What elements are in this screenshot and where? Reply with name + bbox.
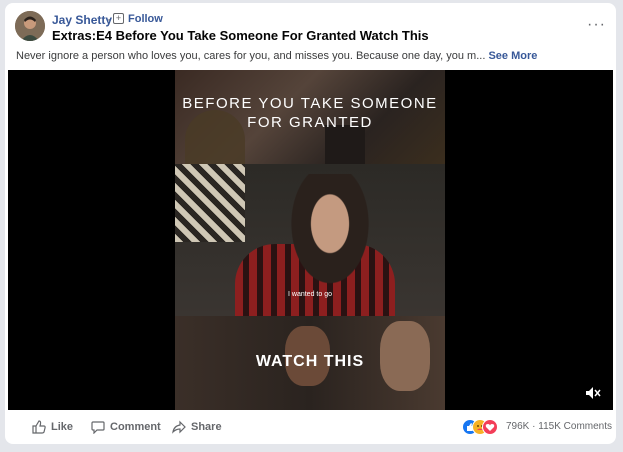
post-title[interactable]: Extras:E4 Before You Take Someone For Gr… [52, 28, 429, 43]
thumbs-up-icon [32, 420, 46, 434]
post-actions: Like Comment Share 796K · 115K Comments [5, 410, 616, 444]
post-description: Never ignore a person who loves you, car… [16, 50, 537, 62]
comments-count[interactable]: 115K Comments [538, 421, 612, 432]
overlay-line-2: FOR GRANTED [247, 114, 373, 131]
engagement-counts[interactable]: 796K · 115K Comments [506, 421, 612, 432]
video-frame[interactable]: BEFORE YOU TAKE SOMEONE FOR GRANTED I wa… [175, 70, 445, 410]
video-overlay-title: BEFORE YOU TAKE SOMEONE FOR GRANTED [175, 94, 445, 132]
video-player[interactable]: BEFORE YOU TAKE SOMEONE FOR GRANTED I wa… [8, 70, 613, 410]
author-name[interactable]: Jay Shetty [52, 13, 112, 27]
count-separator: · [532, 421, 536, 432]
share-button[interactable]: Share [172, 420, 222, 434]
share-icon [172, 420, 186, 434]
author-avatar[interactable] [15, 11, 45, 41]
love-reaction-icon [482, 419, 498, 435]
comment-icon [91, 421, 105, 434]
post-card: Jay Shetty · + Follow Extras:E4 Before Y… [5, 3, 616, 444]
see-more-link[interactable]: See More [488, 50, 537, 62]
reactions-count[interactable]: 796K [506, 421, 529, 432]
overlay-line-1: BEFORE YOU TAKE SOMEONE [182, 95, 438, 112]
mute-icon[interactable] [585, 386, 601, 400]
like-label: Like [51, 421, 74, 433]
separator: · [107, 12, 111, 26]
follow-button[interactable]: Follow [128, 13, 163, 25]
like-button[interactable]: Like [32, 420, 73, 434]
description-text: Never ignore a person who loves you, car… [16, 50, 486, 62]
follow-icon[interactable]: + [113, 13, 124, 24]
video-caption: I wanted to go [288, 291, 332, 298]
comment-label: Comment [110, 421, 161, 433]
share-label: Share [191, 421, 222, 433]
video-overlay-bottom: WATCH THIS [255, 353, 365, 370]
comment-button[interactable]: Comment [91, 420, 161, 434]
more-options-icon[interactable]: ··· [587, 17, 606, 33]
